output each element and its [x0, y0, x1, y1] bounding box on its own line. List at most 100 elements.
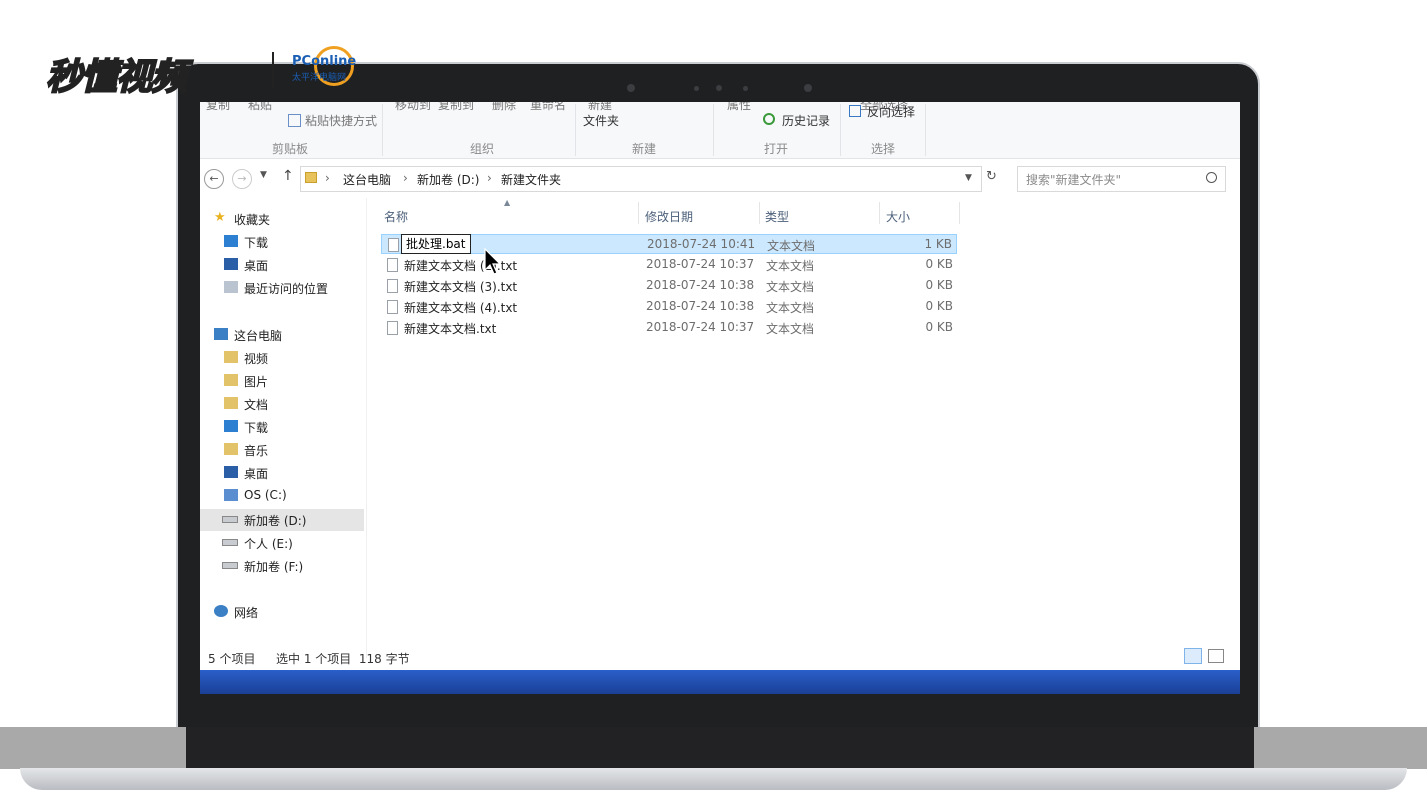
ribbon-divider	[925, 104, 926, 156]
watermark-logo: 秒懂视频 PConline 太平洋电脑网	[44, 44, 384, 104]
file-name: 新建文本文档 (3).txt	[404, 280, 518, 294]
drive-icon	[222, 516, 238, 523]
camera-sensor	[743, 86, 748, 91]
camera-lens	[716, 85, 722, 91]
brand-logo-text: 秒懂视频	[45, 56, 188, 99]
sidebar-item-drive-e[interactable]: 个人 (E:)	[200, 532, 364, 554]
sidebar-item-downloads[interactable]: 下载	[200, 231, 364, 253]
drive-icon	[222, 562, 238, 569]
column-header-type[interactable]: 类型	[765, 208, 789, 225]
table-row[interactable]: 批处理.bat 2018-07-24 10:41 文本文档 1 KB	[381, 234, 957, 254]
sidebar-item-videos[interactable]: 视频	[200, 347, 364, 369]
ribbon-group-open: 打开	[764, 142, 789, 156]
column-divider	[879, 202, 880, 224]
star-icon: ★	[214, 210, 226, 225]
breadcrumb-this-pc[interactable]: 这台电脑	[343, 171, 391, 188]
history-button[interactable]: 历史记录	[782, 112, 830, 129]
sidebar-item-label: 下载	[244, 236, 269, 250]
file-date: 2018-07-24 10:37	[646, 257, 755, 271]
sidebar-item-recent[interactable]: 最近访问的位置	[200, 277, 364, 299]
file-size: 0 KB	[925, 320, 953, 334]
table-row[interactable]: 新建文本文档 (3).txt 2018-07-24 10:38 文本文档 0 K…	[381, 276, 957, 296]
column-divider	[759, 202, 760, 224]
search-placeholder: 搜索"新建文件夹"	[1026, 173, 1122, 187]
breadcrumb-drive-d[interactable]: 新加卷 (D:)	[417, 171, 479, 188]
history-icon	[763, 113, 775, 125]
copy-to-button[interactable]: 复制到	[438, 102, 474, 113]
breadcrumb-separator-icon: ›	[487, 171, 492, 185]
file-name: 新建文本文档.txt	[404, 322, 497, 336]
ribbon: 复制 粘贴 粘贴快捷方式 移动到 复制到 删除 重命名 新建 文件夹 属性 历史…	[200, 102, 1240, 159]
refresh-icon[interactable]: ↻	[986, 169, 997, 184]
invert-selection-button[interactable]: 反向选择	[867, 103, 915, 120]
file-date: 2018-07-24 10:41	[647, 237, 756, 251]
videos-folder-icon	[224, 351, 238, 363]
ribbon-group-new: 新建	[632, 142, 657, 156]
camera-sensor	[627, 84, 635, 92]
logo-divider	[272, 52, 274, 88]
column-header-size[interactable]: 大小	[886, 208, 910, 225]
sidebar-item-label: 收藏夹	[234, 213, 271, 227]
address-bar[interactable]: › 这台电脑 › 新加卷 (D:) › 新建文件夹 ▼	[300, 166, 982, 192]
copy-button[interactable]: 复制	[206, 102, 230, 113]
documents-folder-icon	[224, 397, 238, 409]
rename-button[interactable]: 重命名	[530, 102, 566, 113]
explorer-window: 复制 粘贴 粘贴快捷方式 移动到 复制到 删除 重命名 新建 文件夹 属性 历史…	[200, 102, 1240, 694]
recent-locations-chevron-icon[interactable]: ▼	[260, 170, 267, 180]
search-input[interactable]: 搜索"新建文件夹"	[1017, 166, 1226, 192]
file-type: 文本文档	[766, 259, 815, 273]
new-folder-button[interactable]: 文件夹	[583, 112, 619, 129]
sidebar-this-pc[interactable]: 这台电脑	[200, 324, 364, 346]
sidebar-item-label: 文档	[244, 398, 269, 412]
sidebar-network[interactable]: 网络	[200, 601, 364, 623]
sidebar-item-drive-c[interactable]: OS (C:)	[200, 485, 364, 507]
sidebar-item-documents[interactable]: 文档	[200, 393, 364, 415]
ribbon-group-clipboard: 剪贴板	[272, 142, 309, 156]
network-icon	[214, 605, 228, 617]
camera-sensor	[694, 86, 699, 91]
file-icon	[388, 238, 399, 252]
search-icon[interactable]	[1206, 172, 1217, 183]
forward-button[interactable]: →	[232, 169, 252, 189]
sidebar-item-label: 个人 (E:)	[244, 537, 293, 551]
address-dropdown-chevron-icon[interactable]: ▼	[965, 173, 972, 183]
table-row[interactable]: 新建文本文档 (2).txt 2018-07-24 10:37 文本文档 0 K…	[381, 255, 957, 275]
breadcrumb-new-folder[interactable]: 新建文件夹	[501, 171, 561, 188]
paste-button[interactable]: 粘贴	[248, 102, 272, 113]
sidebar-item-music[interactable]: 音乐	[200, 439, 364, 461]
paste-shortcut-button[interactable]: 粘贴快捷方式	[305, 112, 377, 129]
pictures-folder-icon	[224, 374, 238, 386]
ribbon-divider	[575, 104, 576, 156]
sidebar-item-downloads-pc[interactable]: 下载	[200, 416, 364, 438]
table-row[interactable]: 新建文本文档 (4).txt 2018-07-24 10:38 文本文档 0 K…	[381, 297, 957, 317]
properties-button[interactable]: 属性	[727, 102, 751, 113]
sidebar-item-desktop[interactable]: 桌面	[200, 254, 364, 276]
music-folder-icon	[224, 443, 238, 455]
details-view-icon[interactable]	[1184, 648, 1202, 664]
sidebar-item-drive-d[interactable]: 新加卷 (D:)	[200, 509, 364, 531]
rename-input[interactable]: 批处理.bat	[401, 234, 471, 254]
drive-icon	[222, 539, 238, 546]
computer-icon	[214, 328, 228, 340]
sidebar-item-drive-f[interactable]: 新加卷 (F:)	[200, 555, 364, 577]
camera-sensor	[804, 84, 812, 92]
sidebar-item-label: 视频	[244, 352, 269, 366]
back-button[interactable]: ←	[204, 169, 224, 189]
delete-button[interactable]: 删除	[492, 102, 516, 113]
invert-selection-icon	[849, 105, 861, 117]
column-header-name[interactable]: 名称	[384, 208, 408, 225]
file-type: 文本文档	[766, 301, 815, 315]
sidebar-item-label: 桌面	[244, 467, 269, 481]
file-date: 2018-07-24 10:38	[646, 278, 755, 292]
sidebar-item-desktop-pc[interactable]: 桌面	[200, 462, 364, 484]
table-row[interactable]: 新建文本文档.txt 2018-07-24 10:37 文本文档 0 KB	[381, 318, 957, 338]
up-arrow-icon[interactable]: ↑	[282, 168, 294, 184]
move-to-button[interactable]: 移动到	[395, 102, 431, 113]
sidebar-item-pictures[interactable]: 图片	[200, 370, 364, 392]
large-icons-view-icon[interactable]	[1208, 649, 1224, 663]
desktop-icon	[224, 466, 238, 478]
status-bar: 5 个项目 选中 1 个项目 118 字节	[200, 646, 1240, 668]
sidebar-favorites[interactable]: ★ 收藏夹	[200, 208, 364, 230]
ribbon-divider	[840, 104, 841, 156]
column-header-date[interactable]: 修改日期	[645, 208, 693, 225]
